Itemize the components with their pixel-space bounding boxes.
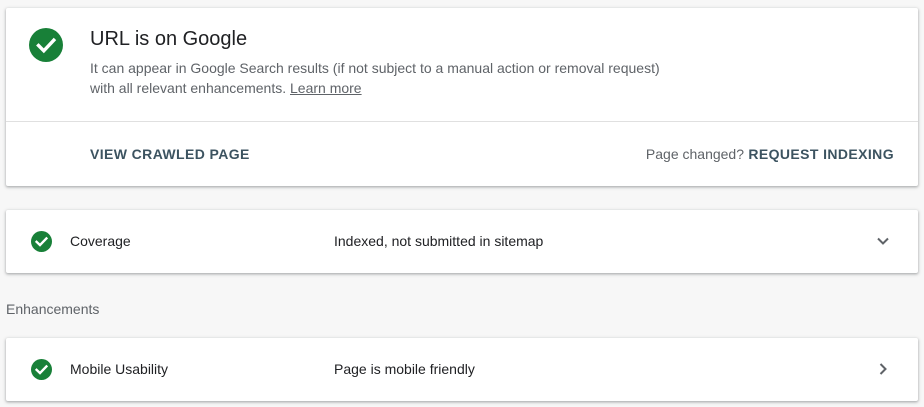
chevron-right-icon[interactable] [874, 360, 892, 378]
status-summary: URL is on Google It can appear in Google… [6, 8, 918, 121]
request-indexing-button[interactable]: REQUEST INDEXING [748, 146, 894, 162]
status-title: URL is on Google [90, 28, 248, 50]
check-circle-icon [31, 231, 52, 252]
mobile-usability-value: Page is mobile friendly [334, 361, 475, 377]
url-status-card: URL is on Google It can appear in Google… [6, 8, 918, 186]
view-crawled-page-button[interactable]: VIEW CRAWLED PAGE [90, 146, 250, 162]
mobile-usability-label: Mobile Usability [70, 361, 169, 377]
check-circle-icon [31, 359, 52, 380]
learn-more-link[interactable]: Learn more [290, 80, 362, 96]
page-changed-label: Page changed? [645, 146, 744, 162]
status-description-text: It can appear in Google Search results (… [90, 60, 660, 96]
coverage-row[interactable]: Coverage Indexed, not submitted in sitem… [6, 210, 918, 273]
chevron-down-icon[interactable] [874, 232, 892, 250]
mobile-usability-row[interactable]: Mobile Usability Page is mobile friendly [6, 338, 918, 401]
enhancements-heading: Enhancements [6, 301, 100, 317]
coverage-label: Coverage [70, 233, 131, 249]
coverage-value: Indexed, not submitted in sitemap [334, 233, 544, 249]
check-circle-icon [29, 28, 63, 62]
status-description: It can appear in Google Search results (… [90, 58, 670, 98]
status-actions: VIEW CRAWLED PAGE Page changed? REQUEST … [6, 122, 918, 186]
